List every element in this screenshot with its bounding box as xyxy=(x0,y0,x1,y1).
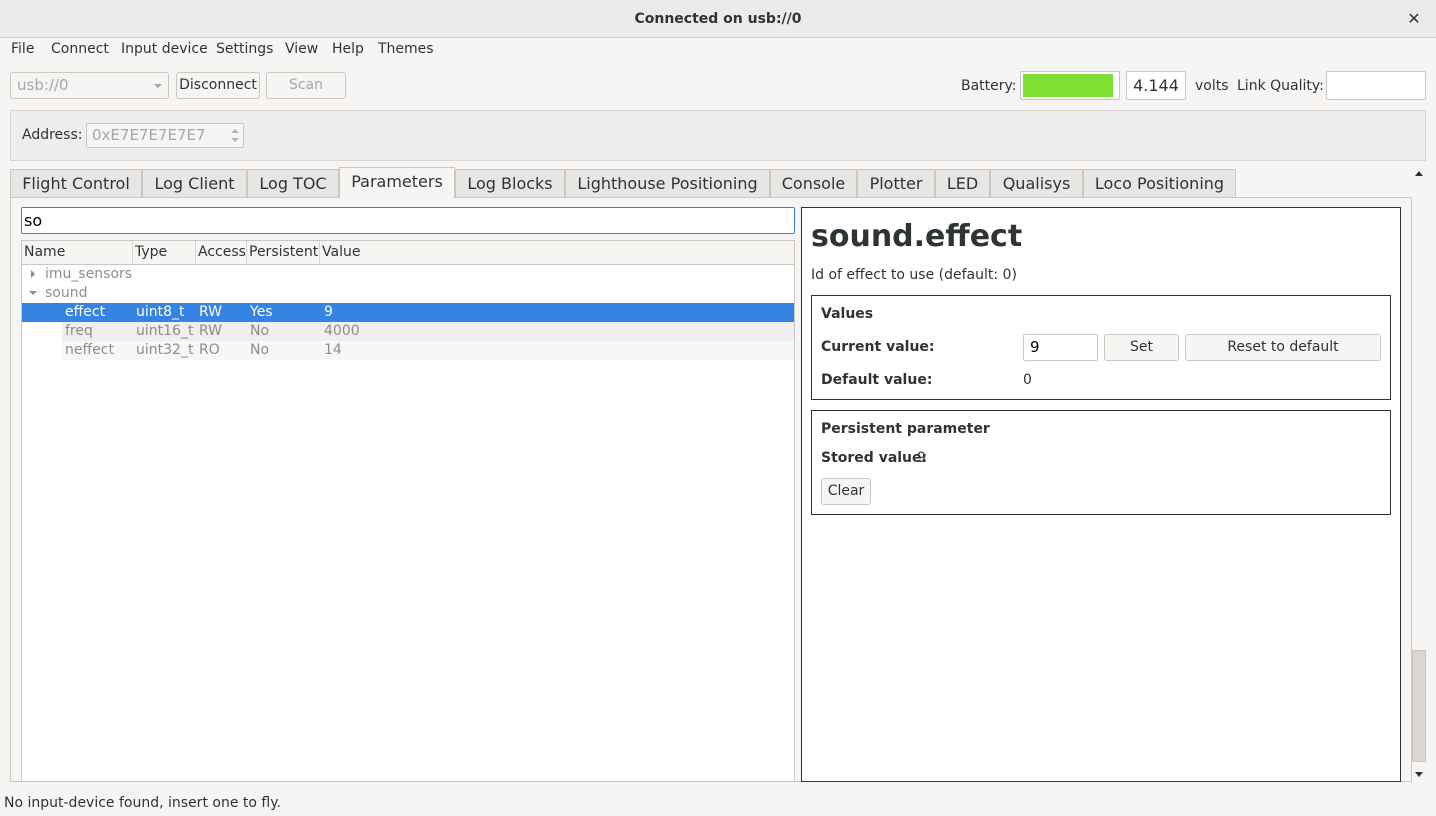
param-name: effect xyxy=(65,304,106,320)
default-value-label: Default value: xyxy=(821,372,933,388)
tree-group-sound[interactable]: sound xyxy=(22,284,794,303)
tab-parameters[interactable]: Parameters xyxy=(339,167,455,198)
stored-value: 9 xyxy=(917,450,926,466)
spin-down-icon[interactable] xyxy=(231,138,239,142)
param-name: freq xyxy=(65,323,93,339)
chevron-down-icon xyxy=(154,84,162,88)
group-name: imu_sensors xyxy=(45,266,133,282)
close-icon[interactable]: ✕ xyxy=(1406,9,1422,29)
param-name: neffect xyxy=(65,342,114,358)
current-value-label: Current value: xyxy=(821,339,935,355)
menu-input-device[interactable]: Input device xyxy=(121,41,208,57)
tab-flight-control[interactable]: Flight Control xyxy=(10,169,142,197)
param-persistent: No xyxy=(250,323,270,339)
volts-label: volts xyxy=(1195,78,1229,94)
table-row[interactable]: effect uint8_t RW Yes 9 xyxy=(22,303,794,322)
param-type: uint32_t xyxy=(136,342,194,358)
tab-loco-positioning[interactable]: Loco Positioning xyxy=(1083,169,1236,197)
reset-to-default-button[interactable]: Reset to default xyxy=(1185,334,1381,361)
column-access[interactable]: Access xyxy=(198,244,246,266)
param-access: RW xyxy=(199,304,223,320)
tab-led[interactable]: LED xyxy=(935,169,990,197)
tab-plotter[interactable]: Plotter xyxy=(857,169,935,197)
param-type: uint16_t xyxy=(136,323,194,339)
group-name: sound xyxy=(45,285,88,301)
scroll-up-icon[interactable] xyxy=(1415,171,1423,176)
tab-log-blocks[interactable]: Log Blocks xyxy=(455,169,565,197)
param-description: Id of effect to use (default: 0) xyxy=(811,267,1017,283)
param-access: RO xyxy=(199,342,220,358)
param-value: 4000 xyxy=(324,323,360,339)
param-search-input[interactable]: so xyxy=(21,207,795,234)
tab-qualisys[interactable]: Qualisys xyxy=(990,169,1083,197)
link-quality-bar xyxy=(1326,71,1426,100)
stored-value-label: Stored value: xyxy=(821,450,928,466)
set-button[interactable]: Set xyxy=(1104,334,1179,361)
values-title: Values xyxy=(821,306,874,322)
vertical-scrollbar[interactable] xyxy=(1412,168,1426,782)
current-value-input[interactable]: 9 xyxy=(1023,334,1098,361)
param-type: uint8_t xyxy=(136,304,185,320)
battery-label: Battery: xyxy=(961,78,1017,94)
uri-value: usb://0 xyxy=(17,76,69,94)
tree-group-imu-sensors[interactable]: imu_sensors xyxy=(22,265,794,284)
voltage-value: 4.144 xyxy=(1126,71,1186,100)
param-value: 9 xyxy=(324,304,333,320)
address-value: 0xE7E7E7E7E7 xyxy=(92,126,206,144)
collapse-icon[interactable] xyxy=(29,291,37,295)
tab-console[interactable]: Console xyxy=(770,169,857,197)
battery-fill xyxy=(1023,74,1114,97)
param-title: sound.effect xyxy=(811,219,1023,254)
menu-settings[interactable]: Settings xyxy=(216,41,273,57)
link-quality-label: Link Quality: xyxy=(1237,78,1324,94)
address-label: Address: xyxy=(22,127,83,143)
expand-icon[interactable] xyxy=(31,270,35,278)
disconnect-button[interactable]: Disconnect xyxy=(176,72,260,99)
clear-button[interactable]: Clear xyxy=(821,478,871,505)
table-row[interactable]: neffect uint32_t RO No 14 xyxy=(62,341,794,360)
menu-bar: File Connect Input device Settings View … xyxy=(0,38,1436,62)
menu-connect[interactable]: Connect xyxy=(51,41,109,57)
menu-view[interactable]: View xyxy=(285,41,318,57)
tab-log-client[interactable]: Log Client xyxy=(142,169,247,197)
scroll-thumb[interactable] xyxy=(1412,650,1426,762)
scroll-down-icon[interactable] xyxy=(1415,772,1423,777)
tab-lighthouse-positioning[interactable]: Lighthouse Positioning xyxy=(565,169,770,197)
column-persistent[interactable]: Persistent xyxy=(249,244,318,266)
persistent-title: Persistent parameter xyxy=(821,421,990,437)
column-type[interactable]: Type xyxy=(135,244,167,266)
column-name[interactable]: Name xyxy=(24,244,65,266)
param-value: 14 xyxy=(324,342,342,358)
spin-up-icon[interactable] xyxy=(231,129,239,133)
status-text: No input-device found, insert one to fly… xyxy=(4,795,281,811)
tab-log-toc[interactable]: Log TOC xyxy=(247,169,339,197)
battery-bar xyxy=(1020,71,1120,100)
tree-header: Name Type Access Persistent Value xyxy=(22,241,794,265)
default-value: 0 xyxy=(1023,372,1032,388)
title-bar: Connected on usb://0 ✕ xyxy=(0,0,1436,38)
table-row[interactable]: freq uint16_t RW No 4000 xyxy=(62,322,794,341)
column-value[interactable]: Value xyxy=(322,244,360,266)
param-tree[interactable]: Name Type Access Persistent Value imu_se… xyxy=(21,240,795,782)
param-persistent: Yes xyxy=(250,304,273,320)
address-spinbox[interactable]: 0xE7E7E7E7E7 xyxy=(86,123,244,148)
status-bar: No input-device found, insert one to fly… xyxy=(0,782,1436,816)
menu-help[interactable]: Help xyxy=(332,41,364,57)
param-persistent: No xyxy=(250,342,270,358)
uri-combo[interactable]: usb://0 xyxy=(10,72,169,99)
menu-themes[interactable]: Themes xyxy=(378,41,434,57)
param-access: RW xyxy=(199,323,223,339)
scan-button[interactable]: Scan xyxy=(266,72,346,99)
window-title: Connected on usb://0 xyxy=(634,11,802,27)
menu-file[interactable]: File xyxy=(11,41,34,57)
